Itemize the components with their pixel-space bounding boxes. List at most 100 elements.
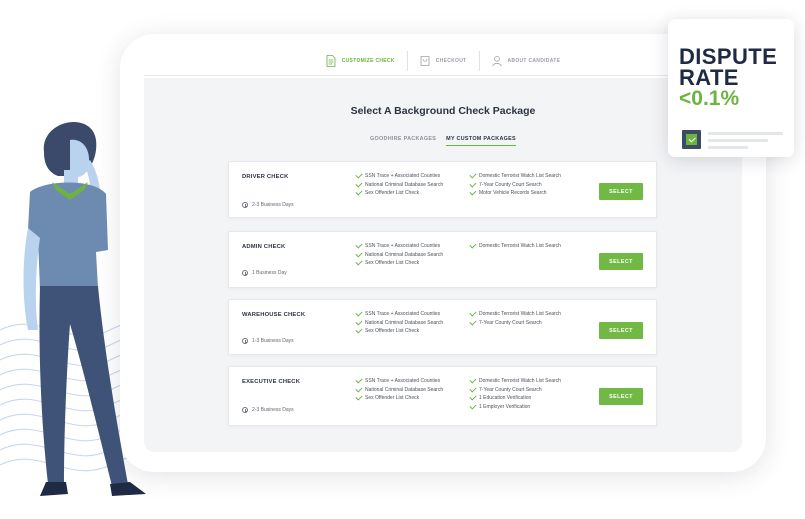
package-name: WAREHOUSE CHECK bbox=[242, 312, 306, 318]
feature-item: Domestic Terrorist Watch List Search bbox=[469, 171, 561, 179]
feature-text: SSN Trace + Associated Counties bbox=[365, 311, 441, 317]
feature-list-left: SSN Trace + Associated Counties National… bbox=[355, 241, 444, 267]
check-icon bbox=[355, 171, 363, 179]
check-icon bbox=[355, 258, 363, 266]
feature-list-right: Domestic Terrorist Watch List Search 7-Y… bbox=[469, 376, 561, 410]
feature-item: Motor Vehicle Records Search bbox=[469, 188, 561, 196]
feature-item: National Criminal Database Search bbox=[355, 250, 444, 258]
check-icon bbox=[469, 376, 477, 384]
stat-value: <0.1% bbox=[679, 87, 740, 110]
package-turnaround: 2-3 Business Days bbox=[242, 407, 294, 413]
feature-list-left: SSN Trace + Associated Counties National… bbox=[355, 309, 444, 335]
feature-text: SSN Trace + Associated Counties bbox=[365, 173, 441, 179]
check-icon bbox=[355, 309, 363, 317]
feature-text: National Criminal Database Search bbox=[365, 319, 444, 326]
feature-item: SSN Trace + Associated Counties bbox=[355, 309, 443, 317]
turnaround-text: 1 Business Day bbox=[252, 270, 287, 276]
check-icon bbox=[355, 318, 363, 326]
feature-text: Sex Offender List Check bbox=[365, 260, 420, 267]
feature-text: Domestic Terrorist Watch List Search bbox=[479, 243, 561, 249]
feature-item: Domestic Terrorist Watch List Search bbox=[469, 376, 561, 384]
feature-item: National Criminal Database Search bbox=[355, 180, 443, 188]
feature-item: SSN Trace + Associated Counties bbox=[355, 171, 443, 179]
check-icon bbox=[469, 318, 477, 326]
package-card-admin: ADMIN CHECK 1 Business Day SSN Trace + A… bbox=[228, 231, 657, 288]
package-card-driver: DRIVER CHECK 2-3 Business Days SSN Trace… bbox=[228, 161, 657, 218]
check-icon bbox=[469, 385, 477, 393]
select-button[interactable]: SELECT bbox=[599, 388, 643, 405]
checkbox-icon bbox=[682, 130, 701, 149]
check-icon bbox=[469, 241, 477, 249]
check-icon bbox=[469, 171, 477, 179]
package-turnaround: 1-3 Business Days bbox=[242, 338, 294, 344]
feature-list-left: SSN Trace + Associated Counties National… bbox=[355, 376, 444, 402]
tab-goodhire-packages[interactable]: GOODHIRE PACKAGES bbox=[370, 134, 436, 146]
check-icon bbox=[355, 250, 363, 258]
select-button[interactable]: SELECT bbox=[599, 322, 643, 339]
feature-text: Sex Offender List Check bbox=[365, 328, 420, 335]
feature-text: 7-Year County Court Search bbox=[479, 181, 542, 188]
feature-list-right: Domestic Terrorist Watch List Search 7-Y… bbox=[469, 171, 561, 196]
feature-text: 7-Year County Court Search bbox=[479, 386, 542, 393]
step-customize-check[interactable]: CUSTOMIZE CHECK bbox=[314, 51, 407, 71]
step-about-candidate[interactable]: ABOUT CANDIDATE bbox=[478, 50, 573, 71]
feature-item: National Criminal Database Search bbox=[355, 385, 444, 393]
feature-text: National Criminal Database Search bbox=[365, 386, 444, 393]
check-icon bbox=[355, 241, 363, 249]
step-checkout[interactable]: CHECKOUT bbox=[406, 50, 479, 71]
feature-item: National Criminal Database Search bbox=[355, 318, 444, 326]
feature-item: 7-Year County Court Search bbox=[469, 180, 561, 188]
feature-text: 1 Education Verification bbox=[479, 395, 532, 402]
package-name: DRIVER CHECK bbox=[242, 174, 289, 180]
placeholder-line bbox=[708, 146, 748, 149]
turnaround-text: 1-3 Business Days bbox=[252, 338, 294, 344]
feature-text: 1 Employer Verification bbox=[479, 403, 531, 410]
feature-item: Sex Offender List Check bbox=[355, 188, 443, 196]
dispute-rate-card: DISPUTE RATE <0.1% bbox=[668, 19, 794, 157]
person-illustration bbox=[23, 122, 146, 496]
check-icon bbox=[355, 188, 363, 196]
package-name: ADMIN CHECK bbox=[242, 244, 286, 250]
package-card-warehouse: WAREHOUSE CHECK 1-3 Business Days SSN Tr… bbox=[228, 299, 657, 355]
clock-icon bbox=[242, 338, 248, 344]
select-button[interactable]: SELECT bbox=[599, 253, 643, 270]
turnaround-text: 2-3 Business Days bbox=[252, 407, 294, 413]
feature-text: SSN Trace + Associated Counties bbox=[365, 243, 441, 249]
feature-item: Domestic Terrorist Watch List Search bbox=[469, 241, 561, 249]
feature-text: Sex Offender List Check bbox=[365, 395, 420, 402]
feature-list-left: SSN Trace + Associated Counties National… bbox=[355, 171, 443, 196]
select-button[interactable]: SELECT bbox=[599, 183, 643, 200]
feature-text: Domestic Terrorist Watch List Search bbox=[479, 311, 561, 317]
package-turnaround: 2-3 Business Days bbox=[242, 202, 294, 208]
feature-item: 7-Year County Court Search bbox=[469, 385, 561, 393]
placeholder-line bbox=[708, 132, 783, 135]
step-label: CHECKOUT bbox=[435, 57, 467, 64]
feature-item: Sex Offender List Check bbox=[355, 326, 443, 335]
feature-list-right: Domestic Terrorist Watch List Search bbox=[469, 241, 561, 249]
tab-my-custom-packages[interactable]: MY CUSTOM PACKAGES bbox=[446, 134, 516, 146]
check-icon bbox=[469, 402, 477, 410]
placeholder-line bbox=[708, 139, 768, 142]
package-name: EXECUTIVE CHECK bbox=[242, 379, 301, 385]
check-icon bbox=[469, 188, 477, 196]
check-icon bbox=[469, 180, 477, 188]
feature-text: Domestic Terrorist Watch List Search bbox=[479, 378, 561, 384]
feature-text: National Criminal Database Search bbox=[365, 251, 444, 258]
package-card-executive: EXECUTIVE CHECK 2-3 Business Days SSN Tr… bbox=[228, 366, 657, 426]
clock-icon bbox=[242, 202, 248, 208]
package-tabs: GOODHIRE PACKAGES MY CUSTOM PACKAGES bbox=[144, 134, 742, 146]
turnaround-text: 2-3 Business Days bbox=[252, 202, 294, 208]
check-icon bbox=[469, 309, 477, 317]
feature-item: 1 Employer Verification bbox=[469, 402, 561, 410]
feature-item: Sex Offender List Check bbox=[355, 258, 443, 267]
feature-text: 7-Year County Court Search bbox=[479, 319, 542, 326]
check-icon bbox=[355, 393, 363, 401]
feature-item: Sex Offender List Check bbox=[355, 393, 443, 402]
clock-icon bbox=[242, 270, 248, 276]
checkout-steps-nav: CUSTOMIZE CHECK CHECKOUT ABOUT CANDIDATE bbox=[144, 46, 742, 76]
check-icon bbox=[355, 326, 363, 334]
page-title: Select A Background Check Package bbox=[350, 105, 536, 117]
feature-item: 1 Education Verification bbox=[469, 393, 561, 402]
feature-list-right: Domestic Terrorist Watch List Search 7-Y… bbox=[469, 309, 561, 326]
feature-text: Domestic Terrorist Watch List Search bbox=[479, 173, 561, 179]
